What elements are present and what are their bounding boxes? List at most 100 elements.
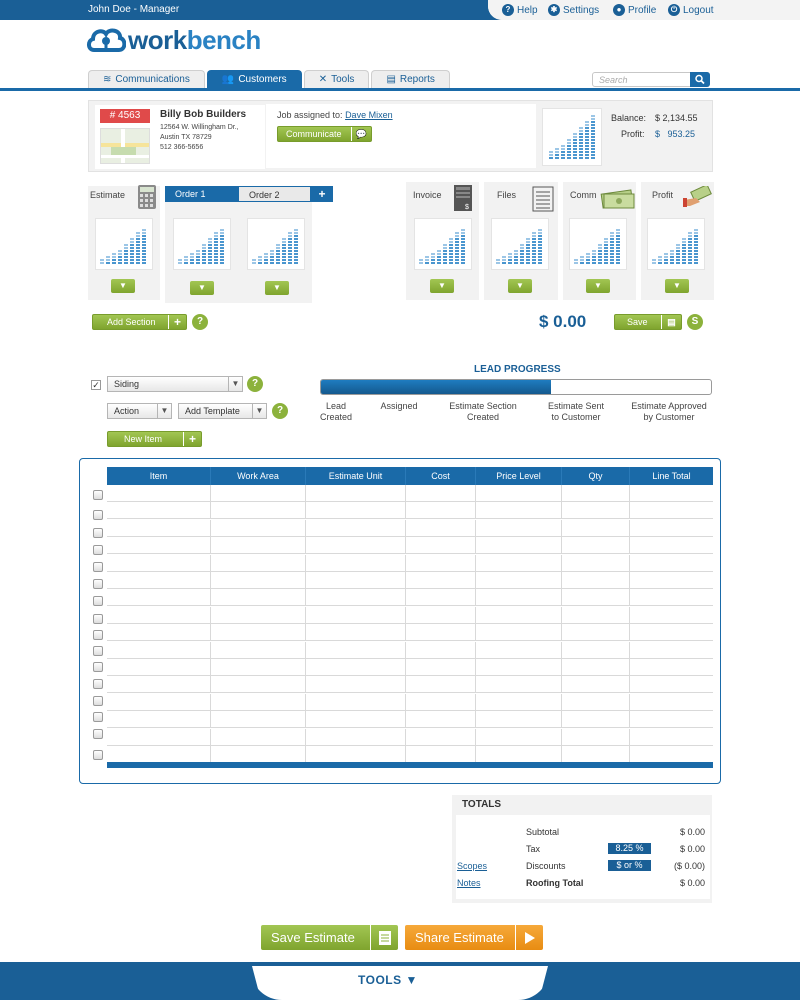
table-cell[interactable] <box>630 676 713 692</box>
table-cell[interactable] <box>562 606 630 623</box>
table-cell[interactable] <box>406 572 476 588</box>
table-cell[interactable] <box>406 519 476 536</box>
row-checkbox[interactable] <box>93 528 103 538</box>
table-cell[interactable] <box>107 554 211 571</box>
table-cell[interactable] <box>562 502 630 519</box>
table-cell[interactable] <box>562 711 630 728</box>
table-cell[interactable] <box>406 693 476 710</box>
table-cell[interactable] <box>630 555 713 571</box>
table-cell[interactable] <box>476 537 562 554</box>
table-cell[interactable] <box>107 676 211 693</box>
table-cell[interactable] <box>476 746 562 762</box>
table-cell[interactable] <box>406 624 476 641</box>
table-cell[interactable] <box>406 728 476 745</box>
table-cell[interactable] <box>211 554 306 571</box>
table-cell[interactable] <box>306 519 406 536</box>
save-estimate-button[interactable]: Save Estimate <box>261 925 398 950</box>
col-cost[interactable]: Cost <box>406 467 476 485</box>
settings-link[interactable]: ✱ Settings <box>548 4 599 16</box>
table-cell[interactable] <box>306 641 406 658</box>
tab-reports[interactable]: ▤ Reports <box>371 70 450 88</box>
table-cell[interactable] <box>406 746 476 762</box>
table-cell[interactable] <box>630 607 713 623</box>
add-template-select[interactable]: Add Template ▼ <box>178 403 267 419</box>
table-cell[interactable] <box>211 693 306 710</box>
table-row[interactable] <box>107 624 713 642</box>
table-cell[interactable] <box>211 485 306 501</box>
table-cell[interactable] <box>562 728 630 745</box>
table-cell[interactable] <box>476 554 562 571</box>
table-cell[interactable] <box>476 676 562 693</box>
table-cell[interactable] <box>107 746 211 762</box>
table-cell[interactable] <box>306 606 406 623</box>
table-row[interactable] <box>107 676 713 694</box>
row-checkbox[interactable] <box>93 490 103 500</box>
table-cell[interactable] <box>406 502 476 519</box>
row-checkbox[interactable] <box>93 614 103 624</box>
table-cell[interactable] <box>211 728 306 745</box>
col-qty[interactable]: Qty <box>562 467 630 485</box>
table-cell[interactable] <box>630 624 713 640</box>
col-item[interactable]: Item <box>107 467 211 485</box>
table-cell[interactable] <box>630 642 713 658</box>
table-cell[interactable] <box>562 519 630 536</box>
table-cell[interactable] <box>476 624 562 641</box>
comm-expand-button[interactable]: ▼ <box>586 279 610 293</box>
table-cell[interactable] <box>562 746 630 762</box>
siding-select[interactable]: Siding ▼ <box>107 376 243 392</box>
table-cell[interactable] <box>406 676 476 693</box>
table-cell[interactable] <box>306 589 406 606</box>
row-checkbox[interactable] <box>93 729 103 739</box>
table-cell[interactable] <box>107 728 211 745</box>
table-row[interactable] <box>107 728 713 746</box>
table-cell[interactable] <box>211 519 306 536</box>
add-section-button[interactable]: Add Section + <box>92 314 187 330</box>
table-cell[interactable] <box>562 554 630 571</box>
row-checkbox[interactable] <box>93 596 103 606</box>
tab-order-2[interactable]: Order 2 <box>238 186 311 202</box>
table-cell[interactable] <box>476 572 562 588</box>
table-cell[interactable] <box>211 746 306 762</box>
table-cell[interactable] <box>630 485 713 501</box>
table-cell[interactable] <box>476 589 562 606</box>
table-cell[interactable] <box>211 641 306 658</box>
order1-expand-button[interactable]: ▼ <box>190 281 214 295</box>
table-cell[interactable] <box>562 693 630 710</box>
table-cell[interactable] <box>211 676 306 693</box>
files-label[interactable]: Files <box>497 190 516 200</box>
table-row[interactable] <box>107 572 713 589</box>
table-cell[interactable] <box>107 606 211 623</box>
table-cell[interactable] <box>562 589 630 606</box>
search-input[interactable]: Search <box>592 72 710 87</box>
table-cell[interactable] <box>476 728 562 745</box>
table-cell[interactable] <box>406 589 476 606</box>
logo[interactable]: workbench <box>86 24 261 56</box>
table-cell[interactable] <box>630 589 713 605</box>
help-link[interactable]: ? Help <box>502 4 538 16</box>
assignee-link[interactable]: Dave Mixen <box>345 110 393 120</box>
col-price-level[interactable]: Price Level <box>476 467 562 485</box>
table-cell[interactable] <box>630 572 713 588</box>
row-checkbox[interactable] <box>93 510 103 520</box>
table-cell[interactable] <box>211 589 306 606</box>
table-cell[interactable] <box>476 711 562 728</box>
table-cell[interactable] <box>476 485 562 501</box>
table-row[interactable] <box>107 641 713 659</box>
table-cell[interactable] <box>107 659 211 675</box>
table-cell[interactable] <box>306 572 406 588</box>
notes-link[interactable]: Notes <box>457 878 481 888</box>
table-cell[interactable] <box>562 572 630 588</box>
table-row[interactable] <box>107 554 713 572</box>
scopes-link[interactable]: Scopes <box>457 861 487 871</box>
table-cell[interactable] <box>406 537 476 554</box>
table-cell[interactable] <box>211 537 306 554</box>
table-cell[interactable] <box>211 711 306 728</box>
table-row[interactable] <box>107 746 713 763</box>
table-cell[interactable] <box>406 485 476 501</box>
table-cell[interactable] <box>630 537 713 553</box>
table-cell[interactable] <box>630 729 713 745</box>
table-row[interactable] <box>107 537 713 555</box>
customer-map[interactable] <box>100 128 150 164</box>
table-cell[interactable] <box>630 520 713 536</box>
table-row[interactable] <box>107 711 713 729</box>
